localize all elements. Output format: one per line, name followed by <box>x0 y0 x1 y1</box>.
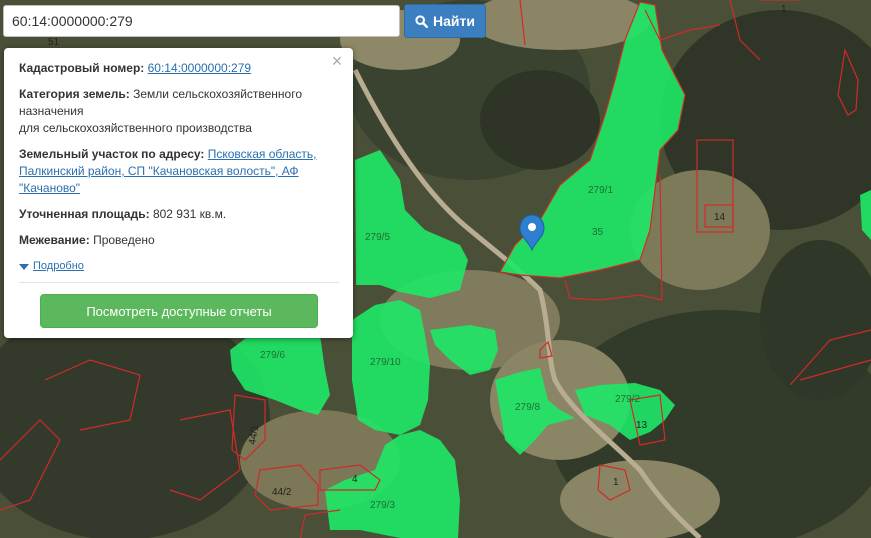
view-reports-button[interactable]: Посмотреть доступные отчеты <box>40 294 318 328</box>
parcel-label: 44/2 <box>272 487 292 498</box>
cadastral-number-row: Кадастровый номер: 60:14:0000000:279 <box>19 60 339 77</box>
address-row: Земельный участок по адресу: Псковская о… <box>19 146 339 197</box>
parcel-label: 1 <box>781 4 787 15</box>
parcel-label: 279/1 <box>588 185 613 196</box>
land-category-label: Категория земель: <box>19 87 130 101</box>
cadastral-number-label: Кадастровый номер: <box>19 61 145 75</box>
area-value: 802 931 кв.м. <box>152 207 227 221</box>
parcel-label: 279/6 <box>260 350 285 361</box>
parcel-label: 279/5 <box>365 232 390 243</box>
parcel-label: 35 <box>592 227 604 238</box>
parcel-label: 14 <box>714 212 726 223</box>
land-category-row: Категория земель: Земли сельскохозяйстве… <box>19 86 339 137</box>
parcel-info-popup: × Кадастровый номер: 60:14:0000000:279 К… <box>4 48 353 338</box>
parcel-label: 4 <box>352 474 358 485</box>
parcel-label: 279/8 <box>515 402 540 413</box>
search-icon <box>415 14 429 28</box>
details-link[interactable]: Подробно <box>33 258 84 275</box>
parcel-label: 51 <box>48 37 60 48</box>
survey-label: Межевание: <box>19 233 90 247</box>
parcel-label: 1 <box>613 477 619 488</box>
land-use-value: для сельскохозяйственного производства <box>19 121 252 135</box>
parcel-label: 279/3 <box>370 500 395 511</box>
close-icon[interactable]: × <box>329 52 345 70</box>
area-label: Уточненная площадь: <box>19 207 150 221</box>
address-label: Земельный участок по адресу: <box>19 147 205 161</box>
search-input[interactable] <box>3 5 400 37</box>
divider <box>19 282 339 283</box>
search-button[interactable]: Найти <box>404 4 486 38</box>
parcel-label: 13 <box>636 420 648 431</box>
parcel-label: 279/10 <box>370 357 401 368</box>
triangle-down-icon <box>19 263 29 270</box>
details-toggle[interactable]: Подробно <box>19 258 339 275</box>
survey-row: Межевание: Проведено <box>19 232 339 249</box>
cadastral-number-link[interactable]: 60:14:0000000:279 <box>148 61 251 75</box>
parcel-label: 279/2 <box>615 394 640 405</box>
survey-value: Проведено <box>93 233 155 247</box>
search-button-label: Найти <box>433 13 475 29</box>
area-row: Уточненная площадь: 802 931 кв.м. <box>19 206 339 223</box>
